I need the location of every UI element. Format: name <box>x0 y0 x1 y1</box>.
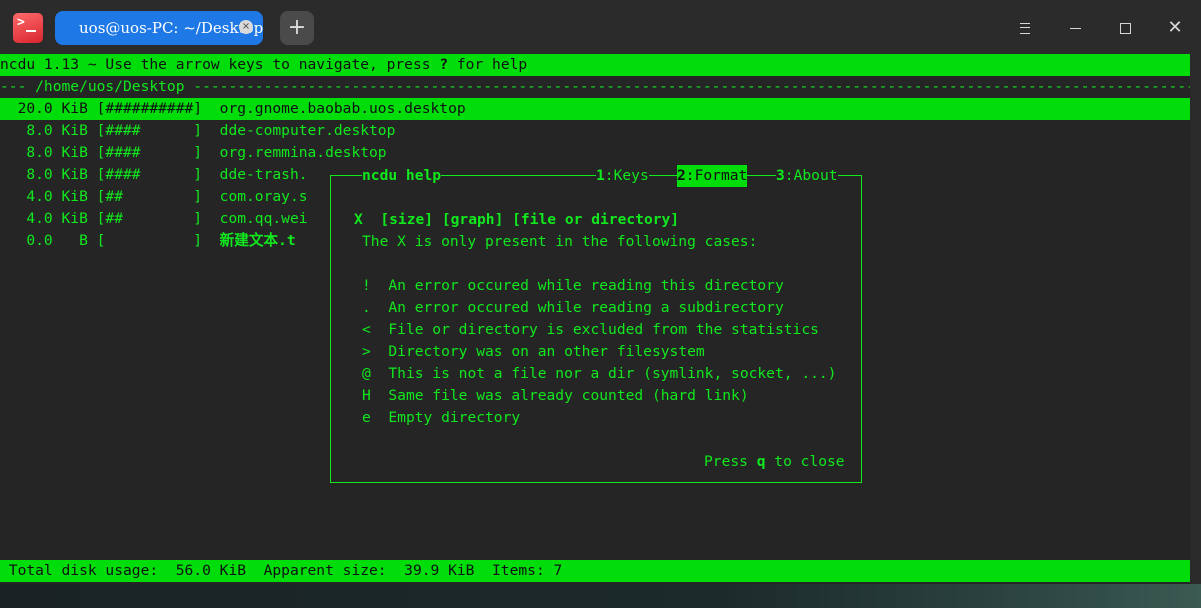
tab-keys-label: :Keys <box>604 167 649 184</box>
case-row: @ This is not a file nor a dir (symlink,… <box>362 363 836 385</box>
new-tab-button[interactable]: + <box>280 11 314 45</box>
prompt-glyph: > <box>17 15 25 30</box>
tab-about-label: :About <box>784 167 838 184</box>
item-size: 0.0 B [ ] <box>0 232 220 249</box>
case-flag: ! <box>362 277 371 294</box>
list-item[interactable]: 8.0 KiB [#### ] org.remmina.desktop <box>0 142 1190 164</box>
case-desc: Same file was already counted (hard link… <box>388 387 749 404</box>
item-name: dde-computer.desktop <box>219 122 396 139</box>
case-desc: This is not a file nor a dir (symlink, s… <box>388 365 837 382</box>
close-prefix: Press <box>704 453 757 470</box>
item-name: org.remmina.desktop <box>219 144 387 161</box>
maximize-icon[interactable] <box>1113 16 1137 40</box>
desktop-background-strip <box>0 584 1201 608</box>
close-icon[interactable]: ✕ <box>1163 16 1187 40</box>
menu-icon[interactable] <box>1013 16 1037 40</box>
case-flag: e <box>362 409 371 426</box>
tab-about[interactable]: 3:About <box>776 165 838 187</box>
tab-format-number: 2 <box>677 167 686 184</box>
case-row: > Directory was on an other filesystem <box>362 341 705 363</box>
case-row: e Empty directory <box>362 407 520 429</box>
minimize-icon[interactable] <box>1063 16 1087 40</box>
list-item[interactable]: 20.0 KiB [##########] org.gnome.baobab.u… <box>0 98 1190 120</box>
case-row: < File or directory is excluded from the… <box>362 319 819 341</box>
tab-label: uos@uos-PC: ~/Desktop <box>79 19 264 37</box>
item-size: 8.0 KiB [#### ] <box>0 122 220 139</box>
format-intro: The X is only present in the following c… <box>362 233 758 250</box>
case-desc: File or directory is excluded from the s… <box>388 321 819 338</box>
case-row: . An error occured while reading a subdi… <box>362 297 784 319</box>
help-dialog: ncdu help 1:Keys 2:Format 3:About X [siz… <box>330 165 862 483</box>
close-suffix: to close <box>765 453 845 470</box>
close-key: q <box>756 453 766 470</box>
item-name: dde-trash. <box>219 166 308 183</box>
title-bar: > uos@uos-PC: ~/Desktop × + ✕ <box>0 0 1201 54</box>
close-hint: Press q to close <box>704 451 845 473</box>
terminal-app-icon: > <box>13 13 43 43</box>
scrollbar[interactable] <box>1190 54 1201 608</box>
case-flag: H <box>362 387 371 404</box>
help-title: ncdu help <box>362 165 442 187</box>
item-name: com.qq.wei <box>219 210 308 227</box>
tab-format[interactable]: 2:Format <box>677 165 748 187</box>
status-bar: Total disk usage: 56.0 KiB Apparent size… <box>0 560 1190 582</box>
tab-close-icon[interactable]: × <box>239 20 253 34</box>
item-name: org.gnome.baobab.uos.desktop <box>219 100 466 117</box>
case-flag: < <box>362 321 371 338</box>
tab-desktop[interactable]: uos@uos-PC: ~/Desktop × <box>55 11 263 45</box>
case-row: H Same file was already counted (hard li… <box>362 385 749 407</box>
header-tail: for help <box>448 56 528 73</box>
item-size: 4.0 KiB [## ] <box>0 210 220 227</box>
case-flag: . <box>362 299 371 316</box>
case-desc: Directory was on an other filesystem <box>388 343 705 360</box>
format-line: X [size] [graph] [file or directory] <box>354 211 680 228</box>
case-flag: @ <box>362 365 371 382</box>
case-row: ! An error occured while reading this di… <box>362 275 784 297</box>
list-item[interactable]: 8.0 KiB [#### ] dde-computer.desktop <box>0 120 1190 142</box>
help-key: ? <box>439 56 449 73</box>
item-size: 8.0 KiB [#### ] <box>0 166 220 183</box>
path-line: --- /home/uos/Desktop ------------------… <box>0 78 1190 95</box>
case-desc: An error occured while reading this dire… <box>388 277 784 294</box>
case-desc: An error occured while reading a subdire… <box>388 299 784 316</box>
item-name: com.oray.s <box>219 188 308 205</box>
case-desc: Empty directory <box>388 409 521 426</box>
item-size: 4.0 KiB [## ] <box>0 188 220 205</box>
item-size: 8.0 KiB [#### ] <box>0 144 220 161</box>
tab-keys-number: 1 <box>596 167 605 184</box>
item-size: 20.0 KiB [##########] <box>0 100 220 117</box>
tab-keys[interactable]: 1:Keys <box>596 165 649 187</box>
tab-format-label: :Format <box>685 167 748 184</box>
header-text: ncdu 1.13 ~ Use the arrow keys to naviga… <box>0 56 440 73</box>
case-flag: > <box>362 343 371 360</box>
ncdu-header: ncdu 1.13 ~ Use the arrow keys to naviga… <box>0 54 1190 76</box>
item-name: 新建文本.t <box>219 232 296 249</box>
tab-about-number: 3 <box>776 167 785 184</box>
